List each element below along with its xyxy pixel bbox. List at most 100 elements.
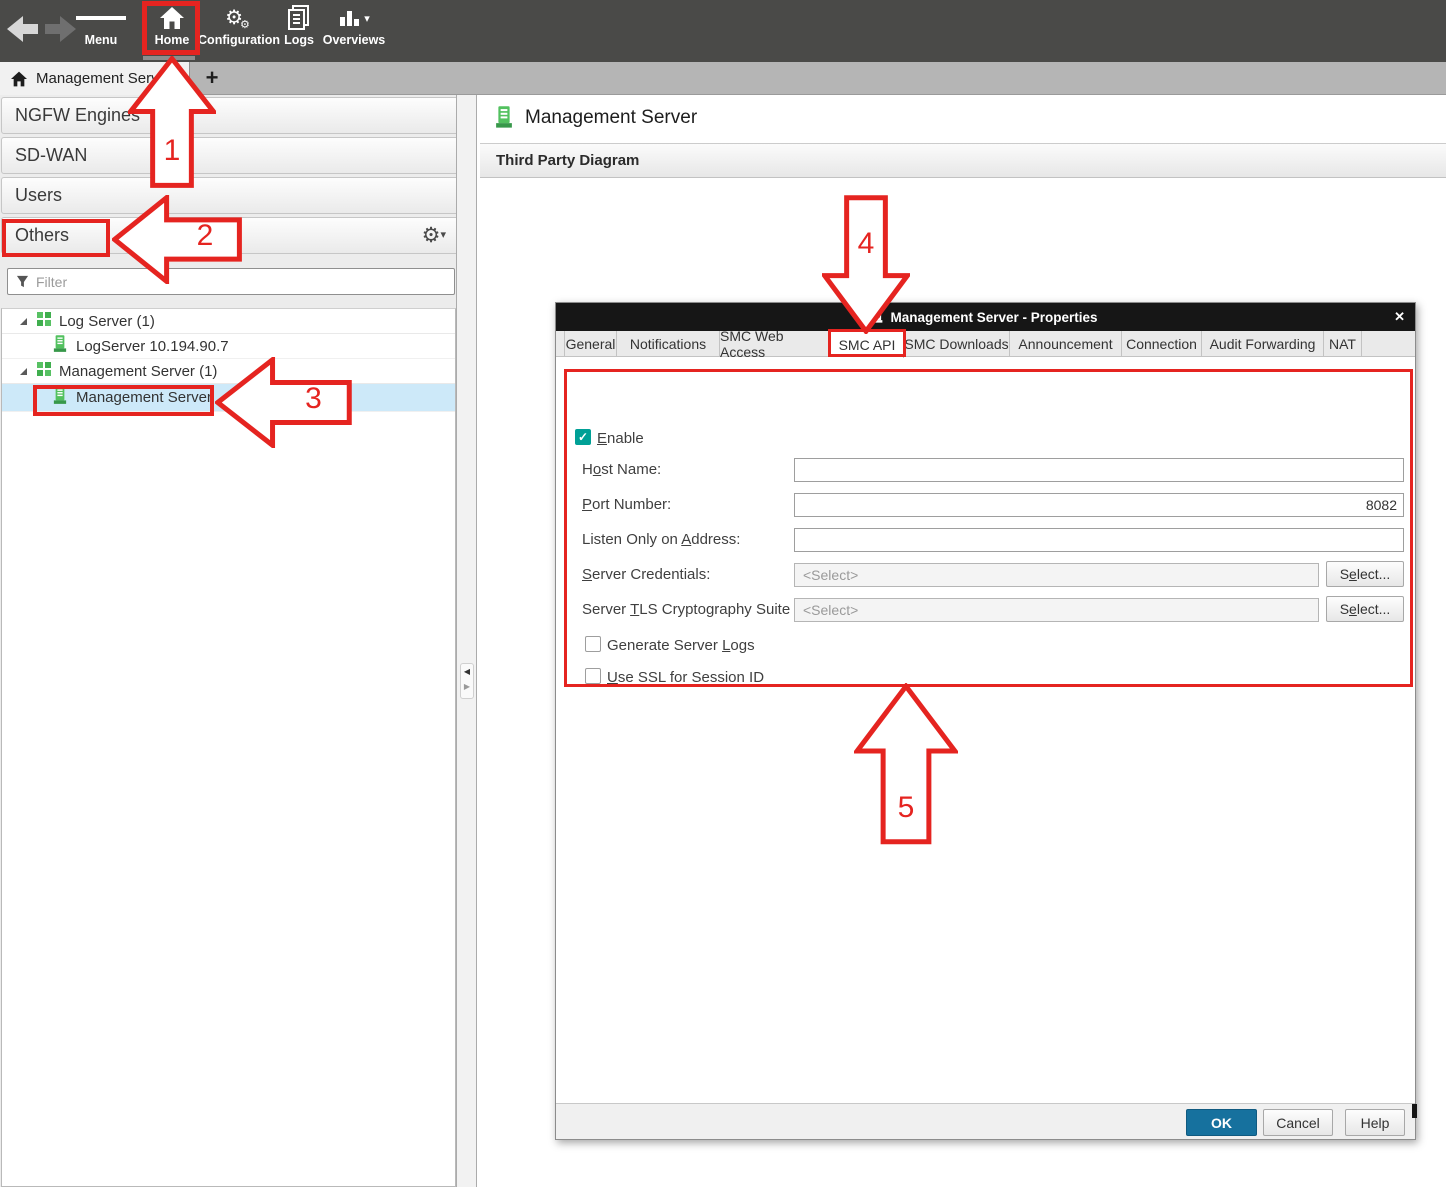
use-ssl-checkbox[interactable] xyxy=(585,668,601,684)
section-label: SD-WAN xyxy=(15,145,87,166)
dialog-tab-smc-web-access[interactable]: SMC Web Access xyxy=(720,331,831,357)
server-icon-white xyxy=(873,310,883,324)
dialog-tab-general[interactable]: General xyxy=(564,331,617,357)
dialog-resize-mark xyxy=(1412,1104,1417,1118)
forward-icon[interactable] xyxy=(44,14,76,49)
dialog-tab-nat[interactable]: NAT xyxy=(1324,331,1362,357)
element-tree: Log Server (1) LogServer 10.194.90.7 Man… xyxy=(1,308,456,1187)
server-group-icon xyxy=(37,362,51,380)
sidebar-item-others[interactable]: Others ⚙▾ xyxy=(1,217,465,254)
host-name-input[interactable] xyxy=(794,458,1404,482)
section-label: Others xyxy=(15,225,69,246)
ok-button[interactable]: OK xyxy=(1186,1109,1257,1136)
dialog-tab-audit-forwarding[interactable]: Audit Forwarding xyxy=(1202,331,1324,357)
dialog-footer: OK Cancel Help xyxy=(556,1103,1415,1139)
filter-input[interactable] xyxy=(36,274,416,290)
tab-management-server[interactable]: Management Server ✕ xyxy=(0,62,190,95)
tools-gear-icon[interactable]: ⚙▾ xyxy=(422,223,446,248)
menu-icon xyxy=(76,3,126,33)
server-icon xyxy=(495,106,513,129)
third-party-diagram-header: Third Party Diagram xyxy=(480,143,1446,178)
section-header-label: Third Party Diagram xyxy=(496,152,639,169)
listen-address-input[interactable] xyxy=(794,528,1404,552)
tab-close-icon[interactable]: ✕ xyxy=(168,71,179,87)
generate-logs-label: Generate Server Logs xyxy=(607,637,755,654)
tree-item-management-server[interactable]: Management Server xyxy=(2,384,455,412)
configuration-button[interactable]: ⚙⚙ Configuration xyxy=(197,3,281,57)
overviews-label: Overviews xyxy=(319,33,389,47)
server-icon xyxy=(53,387,67,409)
home-icon xyxy=(147,3,197,33)
dialog-title: Management Server - Properties xyxy=(890,310,1097,325)
sidebar: NGFW Engines SD-WAN Users Others ⚙▾ Log … xyxy=(0,95,466,1187)
tree-group-label: Management Server (1) xyxy=(59,363,217,380)
server-group-icon xyxy=(37,312,51,330)
tree-item-label: Management Server xyxy=(76,389,212,406)
port-number-input[interactable] xyxy=(794,493,1404,517)
section-label: NGFW Engines xyxy=(15,105,140,126)
tree-group-management-server[interactable]: Management Server (1) xyxy=(2,359,455,384)
tree-group-log-server[interactable]: Log Server (1) xyxy=(2,309,455,334)
home-label: Home xyxy=(147,33,197,47)
collapse-left-icon[interactable]: ◀ xyxy=(461,664,473,680)
sidebar-item-sd-wan[interactable]: SD-WAN xyxy=(1,137,465,174)
dialog-tab-announcement[interactable]: Announcement xyxy=(1010,331,1122,357)
dialog-tab-smc-api[interactable]: SMC API xyxy=(831,331,904,358)
dialog-tab-smc-downloads[interactable]: SMC Downloads xyxy=(904,331,1010,357)
section-label: Users xyxy=(15,185,62,206)
splitter-collapse-control: ◀ ▶ xyxy=(460,663,474,699)
tls-suite-label: Server TLS Cryptography Suite Set xyxy=(582,601,817,618)
dialog-close-icon[interactable]: ✕ xyxy=(1394,309,1405,325)
menu-button[interactable]: Menu xyxy=(76,3,126,57)
credentials-select-button[interactable]: Select... xyxy=(1326,561,1404,587)
server-credentials-field[interactable]: <Select> xyxy=(794,563,1319,587)
tls-suite-field[interactable]: <Select> xyxy=(794,598,1319,622)
sidebar-item-ngfw-engines[interactable]: NGFW Engines xyxy=(1,97,465,134)
check-icon: ✓ xyxy=(578,430,588,444)
dialog-titlebar[interactable]: Management Server - Properties ✕ xyxy=(556,303,1415,331)
dialog-tabs: General Notifications SMC Web Access SMC… xyxy=(556,331,1415,357)
sidebar-item-users[interactable]: Users xyxy=(1,177,465,214)
filter-funnel-icon xyxy=(16,275,29,288)
enable-checkbox[interactable]: ✓ xyxy=(575,429,591,445)
tls-select-button[interactable]: Select... xyxy=(1326,596,1404,622)
home-active-indicator xyxy=(143,56,195,60)
filter-container xyxy=(7,268,455,295)
port-number-label: Port Number: xyxy=(582,496,671,513)
caret-down-icon: ▾ xyxy=(440,229,446,241)
generate-logs-checkbox[interactable] xyxy=(585,636,601,652)
server-credentials-label: Server Credentials: xyxy=(582,566,710,583)
home-tab-icon xyxy=(10,71,28,87)
tree-item-label: LogServer 10.194.90.7 xyxy=(76,338,229,355)
management-server-properties-dialog: Management Server - Properties ✕ General… xyxy=(555,302,1416,1140)
configuration-label: Configuration xyxy=(197,33,281,47)
page-title: Management Server xyxy=(525,107,697,129)
tree-expanded-icon[interactable] xyxy=(19,313,28,330)
page-title-row: Management Server xyxy=(495,106,697,129)
document-tabstrip: Management Server ✕ + xyxy=(0,62,1446,95)
caret-down-icon: ▾ xyxy=(364,12,370,25)
logs-icon xyxy=(277,3,321,33)
tree-item-logserver[interactable]: LogServer 10.194.90.7 xyxy=(2,334,455,359)
new-tab-button[interactable]: + xyxy=(198,62,226,95)
tree-expanded-icon[interactable] xyxy=(19,363,28,380)
bar-chart-icon: ▾ xyxy=(319,3,389,33)
listen-address-label: Listen Only on Address: xyxy=(582,531,740,548)
cancel-button[interactable]: Cancel xyxy=(1263,1109,1333,1136)
help-button[interactable]: Help xyxy=(1345,1109,1405,1136)
dialog-tab-notifications[interactable]: Notifications xyxy=(617,331,720,357)
home-button[interactable]: Home xyxy=(147,3,197,57)
menu-label: Menu xyxy=(76,33,126,47)
enable-label: Enable xyxy=(597,430,644,447)
dialog-tab-connection[interactable]: Connection xyxy=(1122,331,1202,357)
filter-band xyxy=(0,256,466,308)
use-ssl-label: Use SSL for Session ID xyxy=(607,669,764,686)
dialog-body: ✓ Enable Host Name: Port Number: Listen … xyxy=(556,357,1415,1103)
back-icon[interactable] xyxy=(7,14,39,49)
panel-splitter[interactable]: ◀ ▶ xyxy=(456,95,477,1187)
logs-button[interactable]: Logs xyxy=(277,3,321,57)
overviews-button[interactable]: ▾ Overviews xyxy=(319,3,389,57)
host-name-label: Host Name: xyxy=(582,461,661,478)
collapse-right-icon[interactable]: ▶ xyxy=(461,680,473,694)
gears-icon: ⚙⚙ xyxy=(197,3,281,33)
